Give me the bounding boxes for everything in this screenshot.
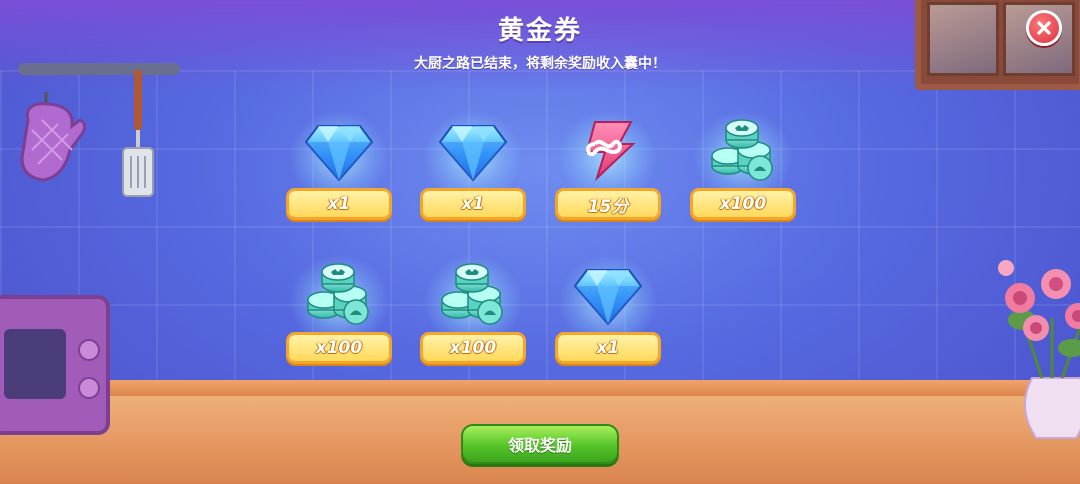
reward-item: x100	[690, 110, 796, 230]
oven-mitt-icon	[20, 92, 87, 182]
spatula-icon	[122, 70, 154, 197]
reward-item: x100	[420, 254, 526, 374]
close-icon	[1037, 21, 1051, 35]
diamond-icon	[304, 114, 374, 184]
reward-amount: 15分	[555, 188, 661, 220]
reward-amount: x1	[555, 332, 661, 364]
reward-amount: x100	[690, 188, 796, 220]
reward-amount: x100	[420, 332, 526, 364]
reward-item: 15分	[555, 110, 661, 230]
coin-stack-icon	[304, 258, 374, 328]
reward-item: x100	[286, 254, 392, 374]
reward-amount: x100	[286, 332, 392, 364]
claim-rewards-button[interactable]: 领取奖励	[461, 424, 619, 464]
coin-stack-icon	[438, 258, 508, 328]
reward-amount: x1	[286, 188, 392, 220]
oven	[0, 295, 110, 435]
flower-vase-icon	[998, 260, 1080, 439]
reward-item: x1	[420, 110, 526, 230]
page-subtitle: 大厨之路已结束，将剩余奖励收入囊中！	[414, 56, 666, 72]
reward-item: x1	[286, 110, 392, 230]
close-button[interactable]	[1026, 10, 1062, 46]
reward-amount: x1	[420, 188, 526, 220]
tiled-wall	[0, 70, 1080, 390]
diamond-icon	[573, 258, 643, 328]
diamond-icon	[438, 114, 508, 184]
page-title: 黄金券	[497, 16, 582, 46]
coin-stack-icon	[708, 114, 778, 184]
reward-item: x1	[555, 254, 661, 374]
infinite-energy-icon	[573, 114, 643, 184]
